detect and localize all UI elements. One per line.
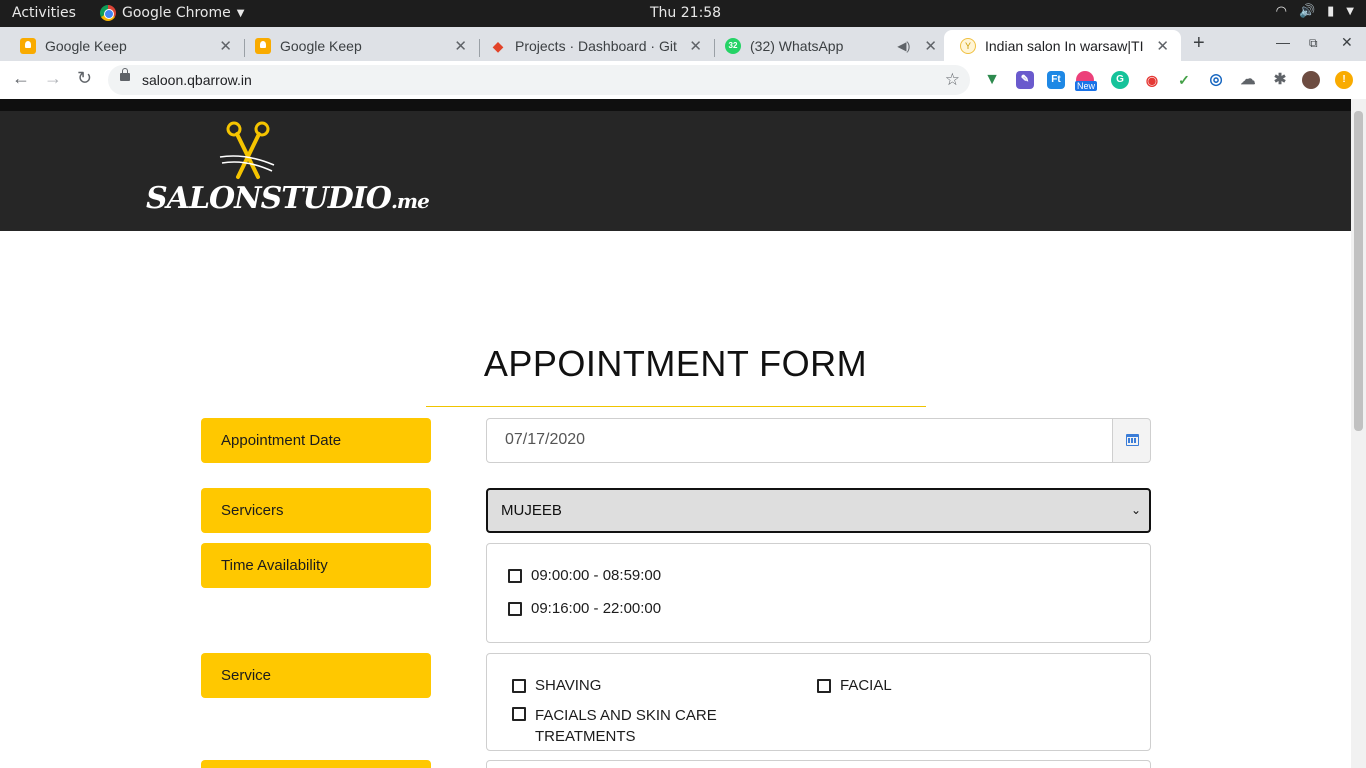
checkmark-extension-icon[interactable]: ✓ (1175, 71, 1193, 89)
scissors-icon (219, 121, 275, 179)
tab-whatsapp[interactable]: 32 (32) WhatsApp ◀) ✕ (709, 30, 949, 61)
time-slots-box: 09:00:00 - 08:59:00 09:16:00 - 22:00:00 (486, 543, 1151, 643)
cloud-extension-icon[interactable]: ☁ (1239, 71, 1257, 89)
bookmark-star-icon[interactable]: ☆ (945, 70, 960, 90)
speaker-icon[interactable]: ◀) (897, 39, 910, 53)
site-header: SALONSTUDIO.me (0, 99, 1351, 231)
page-title: APPOINTMENT FORM (483, 343, 868, 384)
google-keep-icon (255, 37, 271, 54)
title-underline (426, 406, 926, 407)
restore-icon[interactable]: ⧉ (1309, 36, 1318, 51)
minimize-icon[interactable]: — (1276, 34, 1290, 50)
profile-avatar[interactable] (1302, 71, 1320, 89)
service-checkbox[interactable] (512, 707, 526, 721)
service-option[interactable]: FACIALS AND SKIN CARE TREATMENTS (512, 705, 722, 747)
wifi-icon: ◠ (1275, 4, 1287, 19)
chrome-icon (100, 5, 116, 21)
next-field-box[interactable] (486, 760, 1151, 768)
forward-icon[interactable]: → (44, 68, 62, 89)
app-menu[interactable]: Google Chrome ▼ (100, 5, 244, 21)
salon-studio-logo[interactable]: SALONSTUDIO.me (146, 119, 430, 223)
url-text[interactable]: saloon.qbarrow.in (142, 72, 252, 88)
whatsapp-icon: 32 (725, 37, 741, 54)
activities-button[interactable]: Activities (12, 5, 76, 21)
header-strip (0, 99, 1351, 111)
caret-down-icon: ▼ (1346, 6, 1354, 17)
screen-recorder-icon[interactable]: ◉ (1143, 71, 1161, 89)
service-label: Service (201, 653, 431, 698)
time-slot-option[interactable]: 09:16:00 - 22:00:00 (508, 600, 661, 617)
services-box: SHAVING FACIAL FACIALS AND SKIN CARE TRE… (486, 653, 1151, 751)
service-label-text: FACIAL (840, 677, 892, 694)
close-tab-icon[interactable]: ✕ (219, 37, 232, 55)
app-menu-label: Google Chrome (122, 5, 231, 21)
system-top-bar: Activities Google Chrome ▼ Thu 21:58 ◠ 🔊… (0, 0, 1366, 27)
close-tab-icon[interactable]: ✕ (924, 37, 937, 55)
close-tab-icon[interactable]: ✕ (689, 37, 702, 55)
chevron-down-icon: ⌄ (1130, 503, 1141, 517)
new-badge: New (1075, 81, 1098, 91)
calendar-button[interactable] (1112, 418, 1151, 463)
next-field-label (201, 760, 431, 768)
vuejs-extension-icon[interactable]: ▼ (983, 71, 1001, 89)
tab-google-keep-1[interactable]: Google Keep ✕ (4, 30, 244, 61)
servicers-selected-value: MUJEEB (501, 502, 562, 519)
salon-icon: Y (960, 37, 976, 54)
grammarly-icon[interactable]: G (1111, 71, 1129, 89)
tab-strip: Google Keep ✕ Google Keep ✕ ◆ Projects ·… (0, 27, 1366, 61)
appointment-date-label: Appointment Date (201, 418, 431, 463)
time-slot-label: 09:00:00 - 08:59:00 (531, 567, 662, 584)
logo-wordmark: SALONSTUDIO.me (146, 181, 430, 216)
google-keep-icon (20, 37, 36, 54)
tab-google-keep-2[interactable]: Google Keep ✕ (239, 30, 479, 61)
lock-icon[interactable] (120, 68, 130, 81)
time-slot-checkbox[interactable] (508, 569, 522, 583)
color-picker-extension-icon[interactable]: ✎ (1016, 71, 1034, 89)
update-alert-icon[interactable]: ! (1335, 71, 1353, 89)
tab-title: Google Keep (45, 37, 127, 54)
battery-icon: ▮ (1327, 4, 1335, 19)
tab-title: Google Keep (280, 37, 362, 54)
system-tray[interactable]: ◠ 🔊 ▮ ▼ (1276, 4, 1354, 19)
scrollbar-thumb[interactable] (1354, 111, 1363, 431)
time-slot-option[interactable]: 09:00:00 - 08:59:00 (508, 567, 661, 584)
volume-icon: 🔊 (1298, 4, 1316, 19)
service-option[interactable]: FACIAL (817, 677, 892, 694)
sync-extension-icon[interactable]: ◎ (1207, 71, 1225, 89)
caret-down-icon: ▼ (236, 7, 245, 19)
reload-icon[interactable]: ↻ (77, 68, 92, 89)
time-availability-label: Time Availability (201, 543, 431, 588)
new-tab-button[interactable]: + (1193, 32, 1205, 55)
page-content: SALONSTUDIO.me APPOINTMENT FORM Appointm… (0, 99, 1351, 768)
page-scrollbar[interactable] (1351, 99, 1366, 768)
browser-toolbar: ← → ↻ saloon.qbarrow.in ☆ ▼ ✎ Ft New G ◉… (0, 61, 1366, 99)
service-checkbox[interactable] (512, 679, 526, 693)
service-checkbox[interactable] (817, 679, 831, 693)
time-slot-label: 09:16:00 - 22:00:00 (531, 600, 662, 617)
appointment-date-input[interactable]: 07/17/2020 (486, 418, 1113, 463)
calendar-icon (1126, 434, 1139, 446)
tab-title: (32) WhatsApp (750, 37, 844, 54)
close-tab-icon[interactable]: ✕ (1156, 37, 1169, 55)
service-label-text: SHAVING (535, 677, 602, 694)
clock[interactable]: Thu 21:58 (650, 5, 721, 21)
close-tab-icon[interactable]: ✕ (454, 37, 467, 55)
address-bar[interactable]: saloon.qbarrow.in ☆ (108, 65, 970, 95)
tab-salon-active[interactable]: Y Indian salon In warsaw|TI ✕ (944, 30, 1181, 61)
gitlab-icon: ◆ (492, 37, 504, 54)
servicers-select[interactable]: MUJEEB ⌄ (486, 488, 1151, 533)
tab-title: Projects · Dashboard · Git (515, 37, 677, 54)
back-icon[interactable]: ← (12, 68, 30, 89)
ft-extension-icon[interactable]: Ft (1047, 71, 1065, 89)
extensions-puzzle-icon[interactable]: ✱ (1271, 71, 1289, 89)
service-option[interactable]: SHAVING (512, 677, 601, 694)
tab-gitlab[interactable]: ◆ Projects · Dashboard · Git ✕ (474, 30, 714, 61)
tab-title: Indian salon In warsaw|TI (985, 37, 1144, 54)
window-close-icon[interactable]: ✕ (1341, 34, 1353, 51)
time-slot-checkbox[interactable] (508, 602, 522, 616)
service-label-text: FACIALS AND SKIN CARE TREATMENTS (535, 707, 717, 745)
servicers-label: Servicers (201, 488, 431, 533)
